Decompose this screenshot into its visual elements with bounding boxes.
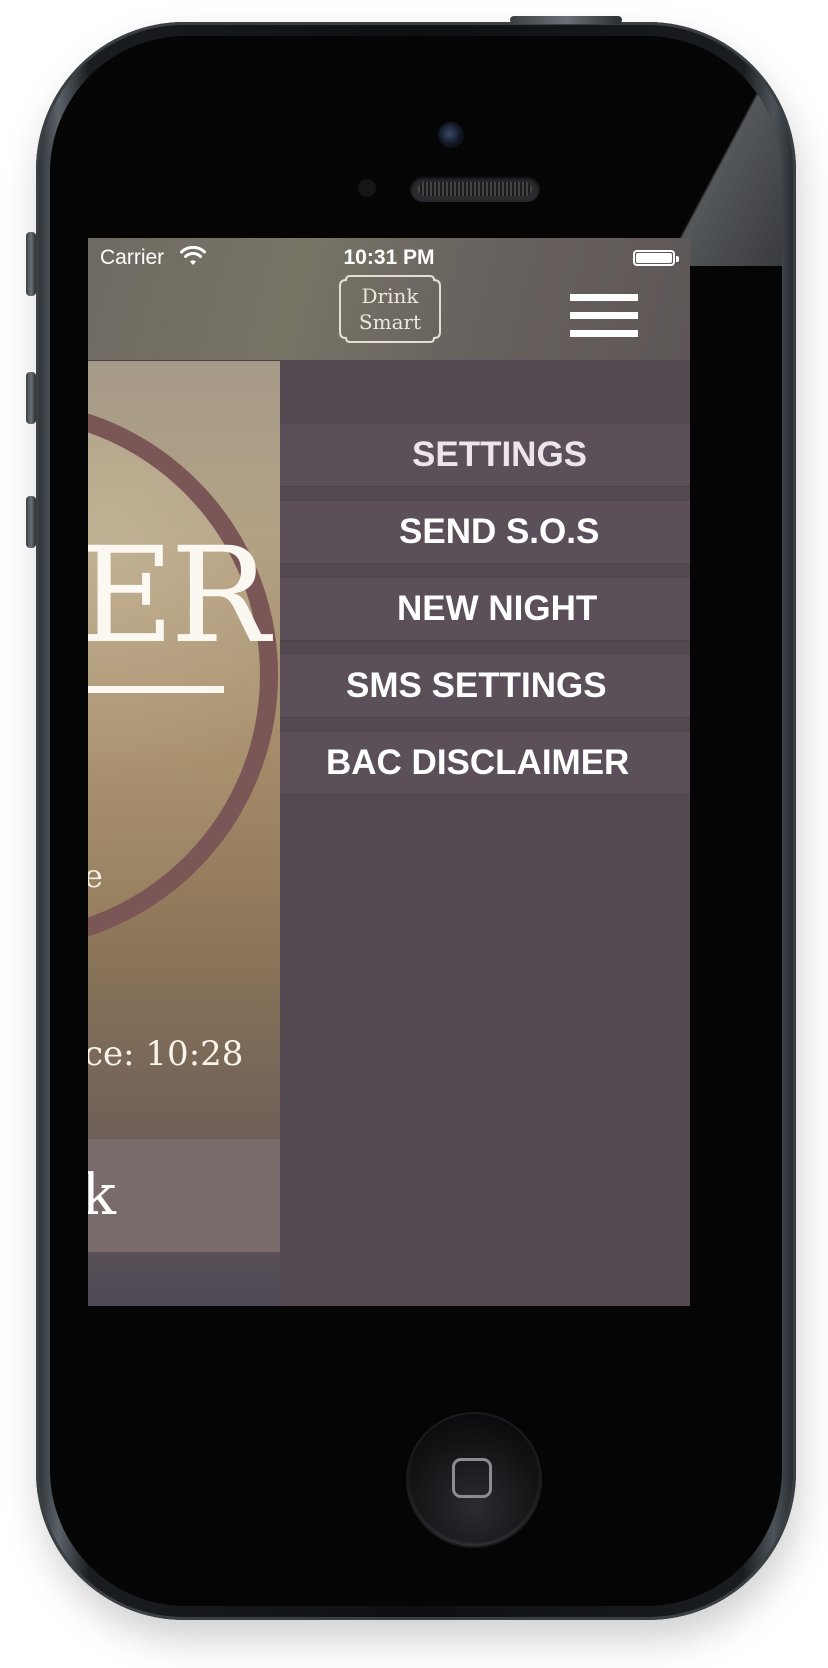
- volume-down-button: [26, 496, 36, 548]
- main-view-peek: ER e ce: 10:28 k: [88, 360, 280, 1306]
- proximity-sensor: [358, 179, 376, 197]
- menu-item-bac-disclaimer[interactable]: BAC DISCLAIMER: [280, 732, 690, 794]
- status-ring: [88, 400, 278, 950]
- status-time: 10:31 PM: [343, 246, 435, 269]
- power-button: [510, 16, 622, 24]
- menu-item-new-night[interactable]: NEW NIGHT: [280, 578, 690, 640]
- menu-item-settings[interactable]: SETTINGS: [280, 424, 690, 486]
- logo-line-smart: Smart: [358, 310, 422, 334]
- front-camera: [438, 122, 464, 148]
- hamburger-bar: [570, 312, 638, 319]
- app-logo: Drink Smart: [336, 272, 444, 346]
- status-label-fragment: e: [88, 857, 103, 895]
- menu-item-sms-settings[interactable]: SMS SETTINGS: [280, 655, 690, 717]
- navigation-bar: Carrier 10:31 PM Drink Smart: [88, 238, 690, 361]
- mute-switch: [26, 232, 36, 296]
- hamburger-menu-icon[interactable]: [570, 294, 638, 338]
- logo-line-drink: Drink: [361, 284, 419, 308]
- hamburger-bar: [570, 330, 638, 337]
- earpiece-speaker: [410, 176, 540, 202]
- status-title-fragment: ER: [88, 519, 270, 673]
- menu-item-send-sos[interactable]: SEND S.O.S: [280, 501, 690, 563]
- side-menu: SETTINGS SEND S.O.S NEW NIGHT SMS SETTIN…: [280, 360, 690, 1306]
- home-square-icon: [452, 1458, 492, 1498]
- home-button[interactable]: [408, 1414, 540, 1546]
- since-time-text: ce: 10:28: [88, 1034, 244, 1074]
- app-screen: ER e ce: 10:28 k Carrier 10:31 PM Drink …: [88, 238, 690, 1306]
- battery-icon: [633, 250, 679, 266]
- add-drink-button[interactable]: k: [88, 1139, 280, 1252]
- hamburger-bar: [570, 294, 638, 301]
- title-underline: [88, 686, 224, 693]
- add-drink-button-label: k: [88, 1163, 116, 1228]
- volume-up-button: [26, 372, 36, 424]
